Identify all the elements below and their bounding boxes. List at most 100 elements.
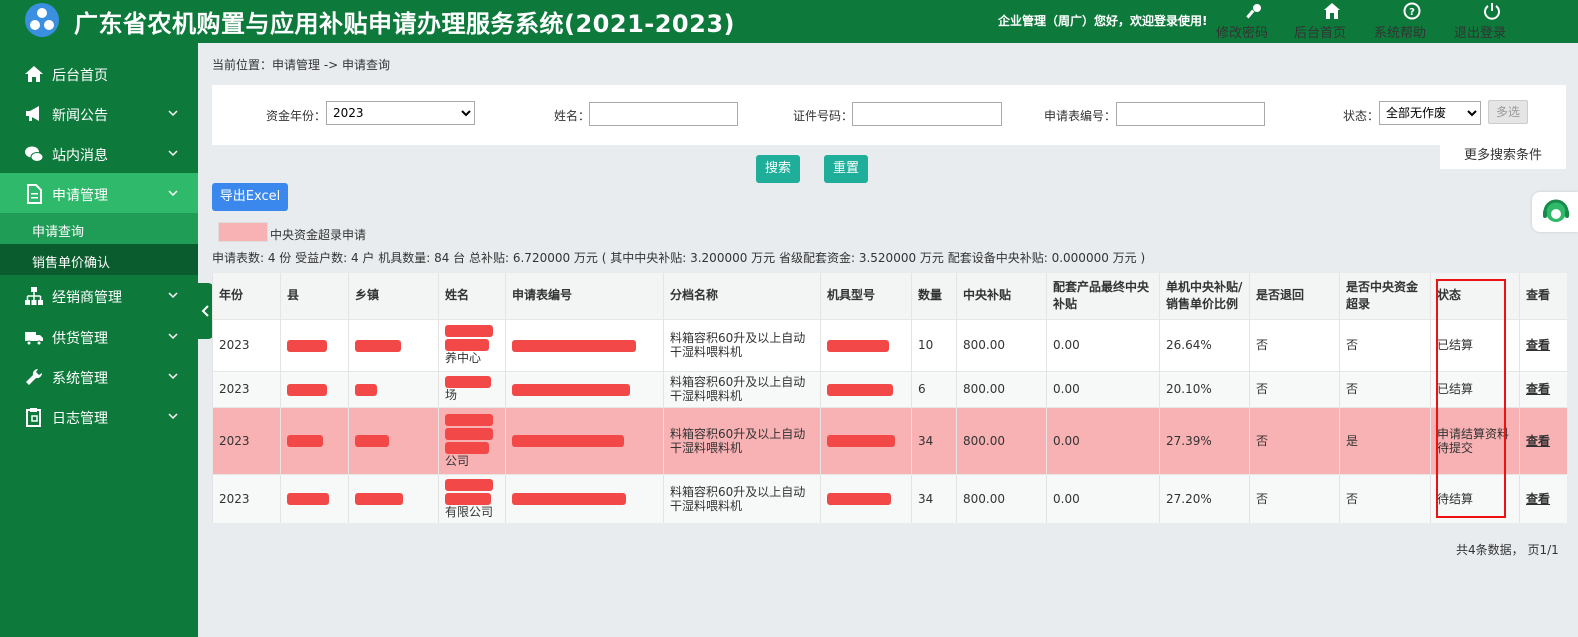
chevron-left-icon <box>201 305 209 317</box>
sidebar-subitem-application-query[interactable]: 申请查询 <box>0 213 198 244</box>
multi-select-button[interactable]: 多选 <box>1488 100 1528 124</box>
table-row: 2023 养中心 料箱容积60升及以上自动干湿料喂料机 10 800.00 0.… <box>212 318 1567 371</box>
col-header-town: 乡镇 <box>348 273 439 319</box>
sidebar-subitem-price-confirm[interactable]: 销售单价确认 <box>0 244 198 275</box>
cell-town-redacted <box>348 370 439 407</box>
cell-ratio: 27.20% <box>1159 473 1250 523</box>
cell-quantity: 34 <box>911 406 957 474</box>
col-header-form-number: 申请表编号 <box>505 273 664 319</box>
logout-button[interactable]: 退出登录 <box>1454 2 1530 42</box>
view-link[interactable]: 查看 <box>1519 406 1567 474</box>
col-header-matching-subsidy: 配套产品最终中央补贴 <box>1046 273 1160 319</box>
col-header-view: 查看 <box>1519 273 1567 319</box>
cell-form-number-redacted <box>505 318 664 371</box>
year-select[interactable]: 2023 <box>326 101 475 125</box>
table-row: 2023 场 料箱容积60升及以上自动干湿料喂料机 6 800.00 0.00 … <box>212 370 1567 407</box>
cell-central-subsidy: 800.00 <box>956 406 1047 474</box>
id-number-input[interactable] <box>852 102 1002 126</box>
sidebar-item-dealers[interactable]: 经销商管理 <box>0 275 198 315</box>
breadcrumb: 当前位置：申请管理 -> 申请查询 <box>212 58 391 72</box>
cell-status: 申请结算资料待提交 <box>1430 406 1520 474</box>
redaction-mark <box>445 478 493 491</box>
view-link[interactable]: 查看 <box>1519 318 1567 371</box>
export-excel-button[interactable]: 导出Excel <box>212 183 288 211</box>
sidebar-item-system[interactable]: 系统管理 <box>0 356 198 396</box>
home-icon <box>25 66 43 82</box>
status-select[interactable]: 全部无作废 <box>1379 101 1481 125</box>
col-header-category: 分档名称 <box>663 273 821 319</box>
sidebar-item-logs[interactable]: 日志管理 <box>0 396 198 436</box>
cell-status: 待结算 <box>1430 473 1520 523</box>
clipboard-icon <box>26 408 41 427</box>
home-nav-button[interactable]: 后台首页 <box>1294 2 1370 42</box>
results-table: 年份 县 乡镇 姓名 申请表编号 分档名称 机具型号 数量 中央补贴 配套产品最… <box>212 273 1567 523</box>
col-header-over-limit: 是否中央资金超录 <box>1339 273 1431 319</box>
sidebar: 后台首页 新闻公告 站内消息 申请管理 申请查询 销售单价确认 经销商管理 供货… <box>0 43 198 637</box>
cell-county-redacted <box>280 473 349 523</box>
cell-category: 料箱容积60升及以上自动干湿料喂料机 <box>663 406 821 474</box>
svg-text:?: ? <box>1409 7 1415 18</box>
redaction-mark <box>355 339 401 352</box>
legend-swatch <box>218 222 268 242</box>
chevron-down-icon <box>168 190 178 197</box>
cell-central-subsidy: 800.00 <box>956 318 1047 371</box>
redaction-mark <box>287 435 323 447</box>
year-label: 资金年份： <box>266 109 327 123</box>
chevron-down-icon <box>168 333 178 340</box>
power-icon <box>1484 3 1500 20</box>
cell-over-limit: 否 <box>1339 318 1431 371</box>
chevron-down-icon <box>168 292 178 299</box>
col-header-ratio: 单机中央补贴/销售单价比例 <box>1159 273 1250 319</box>
customer-service-widget[interactable] <box>1532 192 1578 232</box>
cell-year: 2023 <box>212 473 281 523</box>
change-password-button[interactable]: 修改密码 <box>1216 2 1292 42</box>
redaction-mark <box>355 383 377 396</box>
cell-form-number-redacted <box>505 406 664 474</box>
cell-over-limit: 否 <box>1339 473 1431 523</box>
redaction-mark <box>445 325 493 337</box>
redaction-mark <box>445 339 489 351</box>
sidebar-item-news[interactable]: 新闻公告 <box>0 93 198 133</box>
top-header: 广东省农机购置与应用补贴申请办理服务系统(2021-2023) 企业管理（周广）… <box>0 0 1578 43</box>
sidebar-item-applications[interactable]: 申请管理 <box>0 173 198 213</box>
cell-year: 2023 <box>212 318 281 371</box>
reset-button[interactable]: 重置 <box>824 155 868 183</box>
view-link[interactable]: 查看 <box>1519 473 1567 523</box>
sidebar-item-supply[interactable]: 供货管理 <box>0 316 198 356</box>
cell-over-limit: 是 <box>1339 406 1431 474</box>
table-row: 2023 公司 料箱容积60升及以上自动干湿料喂料机 34 800.00 0.0… <box>212 406 1567 474</box>
cell-status: 已结算 <box>1430 370 1520 407</box>
cell-status: 已结算 <box>1430 318 1520 371</box>
col-header-returned: 是否退回 <box>1249 273 1340 319</box>
col-header-quantity: 数量 <box>911 273 957 319</box>
view-link[interactable]: 查看 <box>1519 370 1567 407</box>
more-search-conditions-button[interactable]: 更多搜索条件 <box>1440 145 1566 169</box>
redaction-mark <box>445 413 493 426</box>
cell-category: 料箱容积60升及以上自动干湿料喂料机 <box>663 370 821 407</box>
megaphone-icon <box>26 106 39 121</box>
redaction-mark <box>445 427 493 440</box>
cell-county-redacted <box>280 370 349 407</box>
cell-town-redacted <box>348 318 439 371</box>
cell-form-number-redacted <box>505 370 664 407</box>
cell-town-redacted <box>348 473 439 523</box>
redaction-mark <box>355 493 403 506</box>
col-header-central-subsidy: 中央补贴 <box>956 273 1047 319</box>
chevron-down-icon <box>168 373 178 380</box>
col-header-name: 姓名 <box>438 273 506 319</box>
cell-category: 料箱容积60升及以上自动干湿料喂料机 <box>663 473 821 523</box>
cell-matching-subsidy: 0.00 <box>1046 318 1160 371</box>
redaction-mark <box>512 383 630 396</box>
cell-ratio: 20.10% <box>1159 370 1250 407</box>
pagination-info: 共4条数据， 页1/1 <box>1456 543 1559 557</box>
form-number-input[interactable] <box>1116 102 1265 126</box>
cell-name: 场 <box>438 370 506 407</box>
redaction-mark <box>287 493 329 506</box>
redaction-mark <box>827 383 893 396</box>
document-icon <box>27 184 42 204</box>
sidebar-item-messages[interactable]: 站内消息 <box>0 133 198 173</box>
sidebar-item-home[interactable]: 后台首页 <box>0 53 198 93</box>
name-input[interactable] <box>589 102 738 126</box>
help-button[interactable]: ? 系统帮助 <box>1374 2 1450 42</box>
search-button[interactable]: 搜索 <box>756 155 800 183</box>
